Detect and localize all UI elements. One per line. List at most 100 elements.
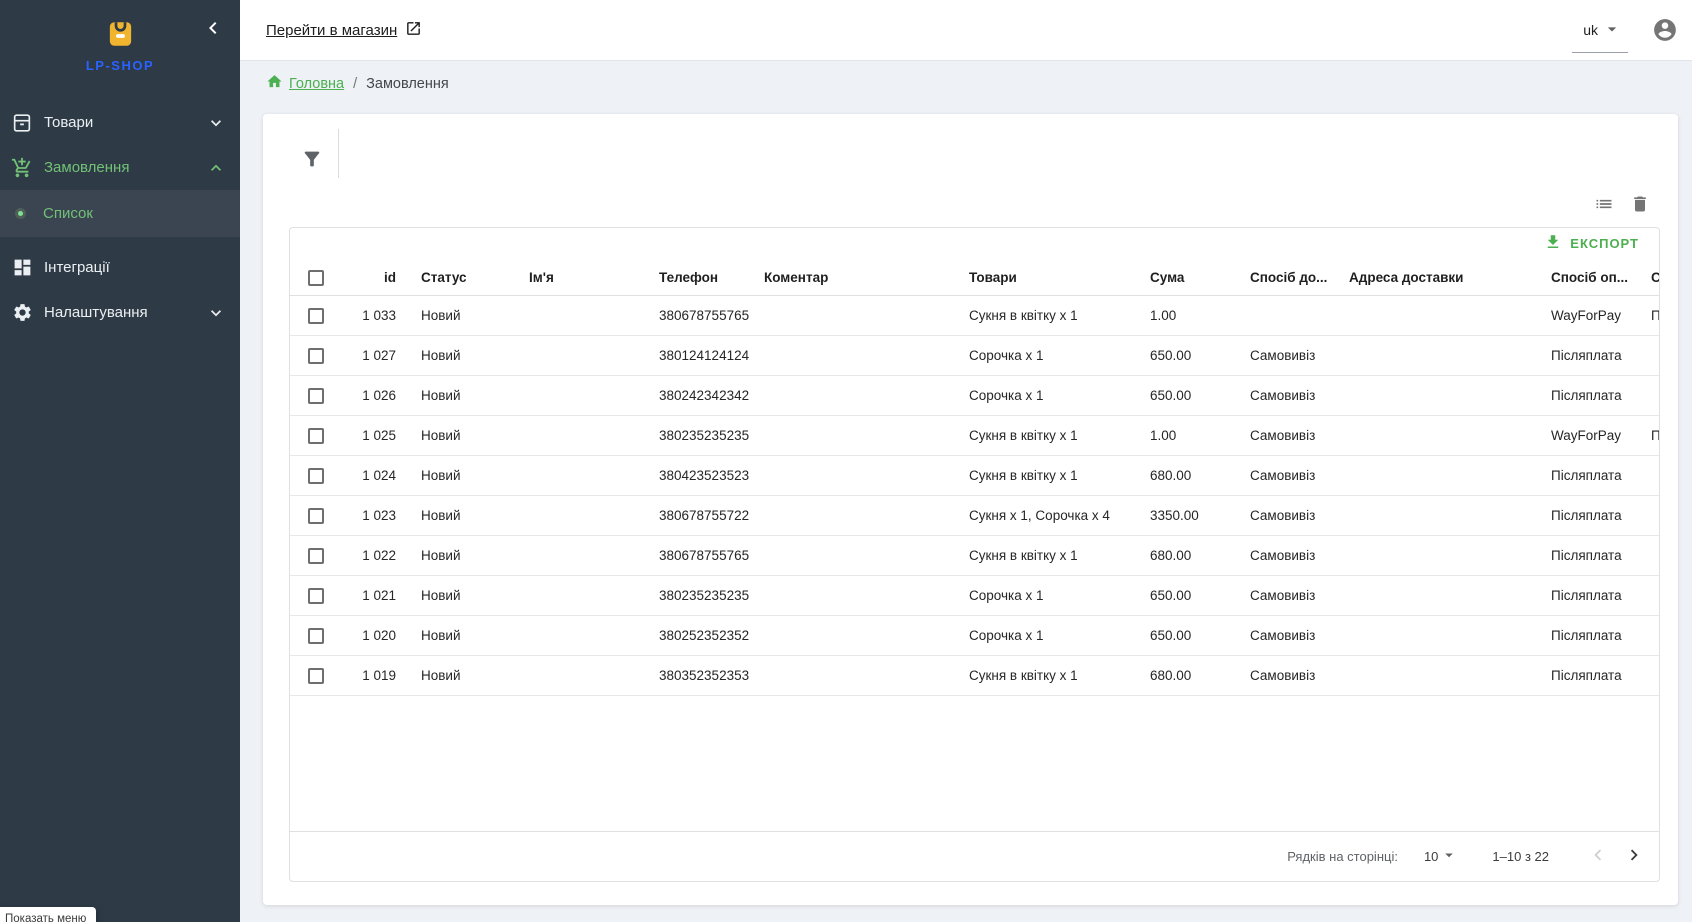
table-row[interactable]: 1 021Новий380235235235Сорочка x 1650.00С… xyxy=(290,576,1660,616)
row-checkbox[interactable] xyxy=(308,668,324,684)
cell-delivery-method: Самовивіз xyxy=(1234,428,1333,443)
sidebar-item-label: Товари xyxy=(44,114,206,131)
cell-phone: 380678755765 xyxy=(643,548,748,563)
table-row[interactable]: 1 019Новий380352352353Сукня в квітку x 1… xyxy=(290,656,1660,696)
row-checkbox[interactable] xyxy=(308,308,324,324)
cell-payment-status: Пі xyxy=(1635,308,1660,323)
row-checkbox[interactable] xyxy=(308,348,324,364)
cell-id: 1 022 xyxy=(341,548,405,563)
rows-per-page-label: Рядків на сторінці: xyxy=(1287,849,1398,864)
go-to-store-label: Перейти в магазин xyxy=(266,22,397,39)
column-header-products[interactable]: Товари xyxy=(953,270,1134,285)
cell-delivery-method: Самовивіз xyxy=(1234,548,1333,563)
row-checkbox[interactable] xyxy=(308,388,324,404)
cell-sum: 680.00 xyxy=(1134,548,1234,563)
table-row[interactable]: 1 033Новий380678755765Сукня в квітку x 1… xyxy=(290,296,1660,336)
next-page-button[interactable] xyxy=(1621,844,1647,870)
column-header-id[interactable]: id xyxy=(341,270,405,285)
cell-products: Сукня в квітку x 1 xyxy=(953,668,1134,683)
cell-sum: 680.00 xyxy=(1134,668,1234,683)
delete-button[interactable] xyxy=(1630,194,1650,214)
user-menu-button[interactable] xyxy=(1652,17,1678,43)
column-header-name[interactable]: Ім'я xyxy=(513,270,643,285)
row-checkbox[interactable] xyxy=(308,428,324,444)
go-to-store-link[interactable]: Перейти в магазин xyxy=(266,0,422,60)
cell-delivery-method: Самовивіз xyxy=(1234,468,1333,483)
row-checkbox[interactable] xyxy=(308,548,324,564)
table-row[interactable]: 1 024Новий380423523523Сукня в квітку x 1… xyxy=(290,456,1660,496)
cell-status: Новий xyxy=(405,548,513,563)
cell-products: Сорочка x 1 xyxy=(953,628,1134,643)
column-header-status[interactable]: Статус xyxy=(405,270,513,285)
cell-sum: 1.00 xyxy=(1134,428,1234,443)
logo[interactable]: LP-SHOP xyxy=(0,20,240,73)
cell-status: Новий xyxy=(405,508,513,523)
table-row[interactable]: 1 025Новий380235235235Сукня в квітку x 1… xyxy=(290,416,1660,456)
column-header-payment-method[interactable]: Спосіб оп... xyxy=(1535,270,1635,285)
cell-payment-method: WayForPay xyxy=(1535,308,1635,323)
select-all-checkbox[interactable] xyxy=(308,270,324,286)
account-circle-icon xyxy=(1652,30,1678,47)
row-checkbox[interactable] xyxy=(308,588,324,604)
cell-products: Сорочка x 1 xyxy=(953,588,1134,603)
cell-phone: 380235235235 xyxy=(643,428,748,443)
row-checkbox[interactable] xyxy=(308,468,324,484)
table-row[interactable]: 1 022Новий380678755765Сукня в квітку x 1… xyxy=(290,536,1660,576)
cell-status: Новий xyxy=(405,388,513,403)
cell-payment-method: Післяплата xyxy=(1535,548,1635,563)
breadcrumb-current: Замовлення xyxy=(366,76,449,92)
column-header-comment[interactable]: Коментар xyxy=(748,270,953,285)
orders-table: idСтатусІм'яТелефонКоментарТовариСумаСпо… xyxy=(290,260,1660,696)
cell-sum: 680.00 xyxy=(1134,468,1234,483)
list-dot-icon xyxy=(8,202,32,226)
column-header-delivery-method[interactable]: Спосіб до... xyxy=(1234,270,1333,285)
cell-payment-status: Пі xyxy=(1635,428,1660,443)
table-row[interactable]: 1 027Новий380124124124Сорочка x 1650.00С… xyxy=(290,336,1660,376)
table-toolbar: ЕКСПОРТ xyxy=(290,228,1659,260)
shopping-bag-logo-icon xyxy=(107,35,134,52)
cell-status: Новий xyxy=(405,308,513,323)
column-header-phone[interactable]: Телефон xyxy=(643,270,748,285)
cart-plus-icon xyxy=(10,156,34,180)
breadcrumb-home-link[interactable]: Головна xyxy=(266,73,344,94)
table-row[interactable]: 1 020Новий380252352352Сорочка x 1650.00С… xyxy=(290,616,1660,656)
list-icon xyxy=(1594,201,1614,218)
language-select[interactable]: uk xyxy=(1583,0,1622,60)
cell-payment-method: WayForPay xyxy=(1535,428,1635,443)
pagination-range: 1–10 з 22 xyxy=(1492,849,1549,864)
show-menu-tooltip: Показать меню xyxy=(0,907,96,922)
sidebar-item-integrations[interactable]: Інтеграції xyxy=(0,245,240,290)
table-row[interactable]: 1 026Новий380242342342Сорочка x 1650.00С… xyxy=(290,376,1660,416)
filter-button[interactable] xyxy=(301,148,323,170)
export-button[interactable]: ЕКСПОРТ xyxy=(1538,229,1645,258)
rows-per-page-select[interactable]: 10 xyxy=(1424,846,1458,867)
sidebar-item-settings[interactable]: Налаштування xyxy=(0,290,240,335)
column-header-delivery-address[interactable]: Адреса доставки xyxy=(1333,270,1535,285)
gear-icon xyxy=(10,301,34,325)
column-header-payment-status[interactable]: Ст xyxy=(1635,270,1660,285)
pagination-bar: Рядків на сторінці: 10 1–10 з 22 xyxy=(290,831,1659,881)
sidebar-item-orders-list[interactable]: Список xyxy=(0,190,240,237)
row-checkbox[interactable] xyxy=(308,508,324,524)
cell-status: Новий xyxy=(405,468,513,483)
sidebar-item-products[interactable]: Товари xyxy=(0,100,240,145)
sidebar-item-orders[interactable]: Замовлення xyxy=(0,145,240,190)
language-value: uk xyxy=(1583,22,1598,38)
cell-id: 1 020 xyxy=(341,628,405,643)
cell-sum: 1.00 xyxy=(1134,308,1234,323)
checkbox-cell xyxy=(290,388,341,404)
chevron-left-icon xyxy=(1587,844,1609,869)
breadcrumb-home-label: Головна xyxy=(289,76,344,92)
cell-payment-method: Післяплата xyxy=(1535,388,1635,403)
column-header-sum[interactable]: Сума xyxy=(1134,270,1234,285)
checkbox-cell xyxy=(290,348,341,364)
cell-delivery-method: Самовивіз xyxy=(1234,668,1333,683)
caret-down-icon xyxy=(1440,846,1458,867)
cell-payment-method: Післяплата xyxy=(1535,668,1635,683)
table-body: 1 033Новий380678755765Сукня в квітку x 1… xyxy=(290,296,1660,696)
cell-id: 1 026 xyxy=(341,388,405,403)
row-checkbox[interactable] xyxy=(308,628,324,644)
table-row[interactable]: 1 023Новий380678755722Сукня x 1, Сорочка… xyxy=(290,496,1660,536)
cell-delivery-method: Самовивіз xyxy=(1234,628,1333,643)
column-list-button[interactable] xyxy=(1594,194,1614,214)
